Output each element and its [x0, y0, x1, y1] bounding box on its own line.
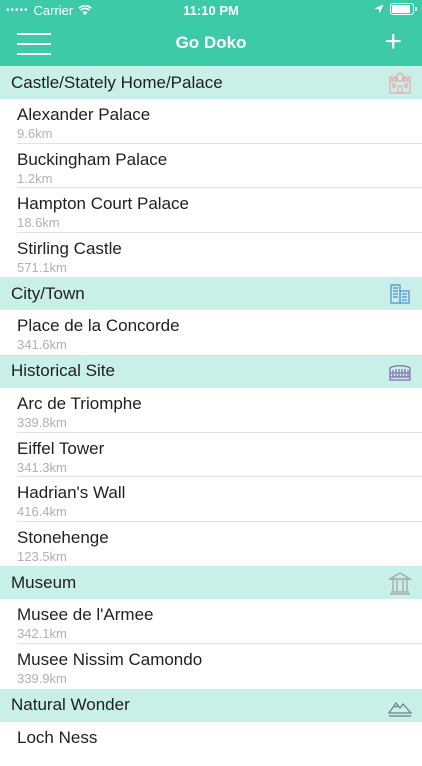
place-row[interactable]: Stirling Castle 571.1km — [0, 232, 422, 278]
section-header: Natural Wonder — [0, 688, 422, 722]
place-name: Place de la Concorde — [17, 316, 180, 336]
place-row[interactable]: Stonehenge 123.5km — [0, 521, 422, 567]
status-time: 11:10 PM — [183, 3, 239, 18]
section-title: City/Town — [11, 283, 85, 303]
place-name: Arc de Triomphe — [17, 393, 142, 413]
place-name: Musee de l'Armee — [17, 605, 154, 625]
places-list: Castle/Stately Home/Palace Alexander Pala… — [0, 66, 422, 766]
place-name: Eiffel Tower — [17, 438, 105, 458]
location-arrow-icon — [374, 4, 384, 14]
place-distance: 123.5km — [17, 548, 67, 564]
mountains-icon — [387, 694, 413, 718]
section-header: Historical Site — [0, 354, 422, 388]
battery-fill — [392, 5, 410, 13]
place-row[interactable]: Place de la Concorde 341.6km — [0, 310, 422, 355]
place-row[interactable]: Hadrian's Wall 416.4km — [0, 477, 422, 522]
place-distance: 342.1km — [17, 626, 67, 642]
place-row[interactable]: Hampton Court Palace 18.6km — [0, 188, 422, 233]
museum-icon — [387, 571, 413, 595]
place-distance: 416.4km — [17, 504, 67, 520]
place-name: Stirling Castle — [17, 238, 122, 258]
section-title: Museum — [11, 572, 77, 592]
place-distance: 339.9km — [17, 670, 67, 686]
place-name: Alexander Palace — [17, 105, 151, 124]
place-row[interactable]: Musee Nissim Camondo 339.9km — [0, 643, 422, 689]
place-name: Buckingham Palace — [17, 149, 168, 169]
section-title: Castle/Stately Home/Palace — [11, 72, 223, 92]
place-row[interactable]: Alexander Palace 9.6km — [0, 99, 422, 144]
place-distance: 341.3km — [17, 459, 67, 475]
castle-icon — [388, 71, 412, 95]
navigation-bar: Go Doko + — [0, 21, 422, 66]
status-bar: ••••• Carrier 11:10 PM — [0, 0, 422, 21]
place-distance: 339.8km — [17, 414, 67, 430]
section-header: Museum — [0, 566, 422, 600]
section-title: Historical Site — [11, 361, 115, 381]
battery-icon — [390, 3, 417, 15]
place-name: Stonehenge — [17, 527, 109, 547]
place-distance: 1.2km — [17, 170, 53, 186]
place-name: Loch Ness — [17, 727, 98, 747]
place-distance: 9.6km — [17, 126, 53, 141]
place-distance: 341.6km — [17, 337, 67, 353]
place-distance: 18.6km — [17, 215, 60, 231]
place-row[interactable]: Arc de Triomphe 339.8km — [0, 387, 422, 433]
section-title: Natural Wonder — [11, 695, 130, 715]
status-right — [374, 3, 417, 15]
add-button[interactable]: + — [384, 27, 402, 57]
place-row[interactable]: Eiffel Tower 341.3km — [0, 432, 422, 478]
page-title: Go Doko — [175, 33, 247, 52]
place-distance: 571.1km — [17, 259, 67, 275]
place-name: Hadrian's Wall — [17, 483, 126, 503]
place-row[interactable]: Buckingham Palace 1.2km — [0, 143, 422, 189]
place-row[interactable]: Loch Ness — [0, 721, 422, 766]
section-header: Castle/Stately Home/Palace — [0, 66, 422, 99]
place-row[interactable]: Musee de l'Armee 342.1km — [0, 599, 422, 644]
city-buildings-icon — [388, 282, 412, 306]
colosseum-icon — [388, 360, 412, 384]
place-name: Hampton Court Palace — [17, 194, 189, 214]
place-name: Musee Nissim Camondo — [17, 649, 203, 669]
section-header: City/Town — [0, 277, 422, 311]
